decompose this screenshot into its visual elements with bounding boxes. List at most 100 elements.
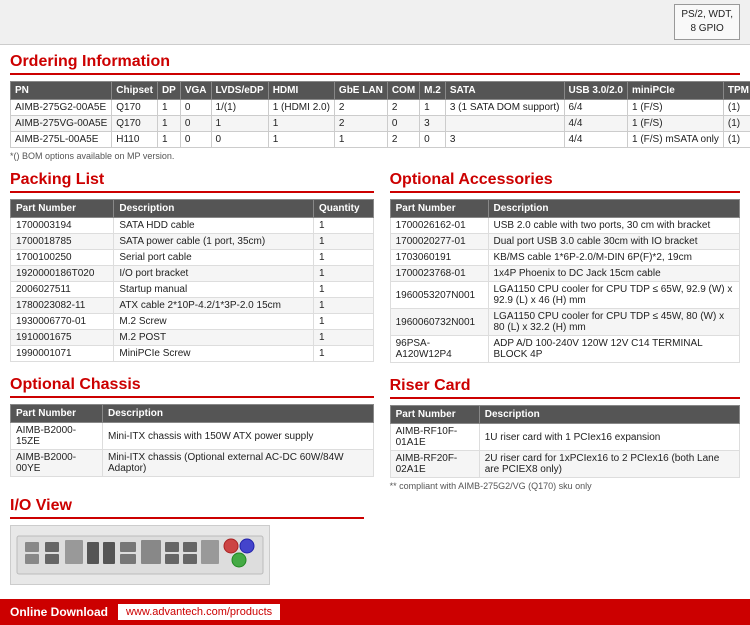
table-cell: 1 bbox=[157, 132, 180, 148]
table-cell: SATA power cable (1 port, 35cm) bbox=[114, 234, 314, 250]
optional-accessories-section: Optional Accessories Part NumberDescript… bbox=[390, 171, 740, 363]
table-cell: 1700020277-01 bbox=[390, 234, 488, 250]
table-cell: Mini-ITX chassis with 150W ATX power sup… bbox=[102, 423, 373, 450]
table-cell: ADP A/D 100-240V 120W 12V C14 TERMINAL B… bbox=[488, 336, 739, 363]
table-cell: AIMB-275G2-00A5E bbox=[11, 100, 112, 116]
ordering-col-header: miniPCIe bbox=[627, 82, 723, 100]
packing-list-title: Packing List bbox=[10, 171, 374, 193]
table-row: 1700003194SATA HDD cable1 bbox=[11, 218, 374, 234]
table-cell: 1 bbox=[313, 330, 373, 346]
table-row: 1700100250Serial port cable1 bbox=[11, 250, 374, 266]
table-cell: 96PSA-A120W12P4 bbox=[390, 336, 488, 363]
table-cell: 0 bbox=[211, 132, 268, 148]
online-download-url: www.advantech.com/products bbox=[118, 604, 280, 620]
riser-card-section: Riser Card Part NumberDescription AIMB-R… bbox=[390, 377, 740, 491]
table-cell: AIMB-RF10F-01A1E bbox=[390, 424, 479, 451]
table-row: 1990001071MiniPCIe Screw1 bbox=[11, 346, 374, 362]
table-cell: USB 2.0 cable with two ports, 30 cm with… bbox=[488, 218, 739, 234]
packing-list-table: Part NumberDescriptionQuantity 170000319… bbox=[10, 199, 374, 362]
table-cell: Q170 bbox=[112, 100, 158, 116]
io-view-title: I/O View bbox=[10, 497, 364, 519]
table-cell: 1 (HDMI 2.0) bbox=[268, 100, 334, 116]
packing-list-section: Packing List Part NumberDescriptionQuant… bbox=[10, 171, 374, 362]
table-cell: 1 bbox=[157, 116, 180, 132]
ordering-col-header: M.2 bbox=[420, 82, 446, 100]
table-cell: 1 bbox=[313, 234, 373, 250]
table-cell: AIMB-RF20F-02A1E bbox=[390, 451, 479, 478]
riser-col-header: Description bbox=[479, 406, 739, 424]
ordering-col-header: SATA bbox=[445, 82, 564, 100]
table-cell: (1) bbox=[723, 132, 750, 148]
table-cell: Dual port USB 3.0 cable 30cm with IO bra… bbox=[488, 234, 739, 250]
table-row: AIMB-B2000-00YEMini-ITX chassis (Optiona… bbox=[11, 450, 374, 477]
table-cell: 1700018785 bbox=[11, 234, 114, 250]
table-cell: 1 bbox=[313, 266, 373, 282]
top-bar-right: PS/2, WDT, 8 GPIO bbox=[674, 4, 740, 40]
table-cell: 2 bbox=[334, 116, 387, 132]
table-cell: 1 bbox=[268, 132, 334, 148]
table-row: 1920000186T020I/O port bracket1 bbox=[11, 266, 374, 282]
table-cell: 2U riser card for 1xPCIex16 to 2 PCIex16… bbox=[479, 451, 739, 478]
table-row: AIMB-RF10F-01A1E1U riser card with 1 PCI… bbox=[390, 424, 739, 451]
table-row: 1703060191KB/MS cable 1*6P-2.0/M-DIN 6P(… bbox=[390, 250, 739, 266]
table-cell: AIMB-275L-00A5E bbox=[11, 132, 112, 148]
packing-col-header: Quantity bbox=[313, 200, 373, 218]
ordering-col-header: GbE LAN bbox=[334, 82, 387, 100]
table-cell: 1 bbox=[313, 250, 373, 266]
table-cell: I/O port bracket bbox=[114, 266, 314, 282]
right-column: Optional Accessories Part NumberDescript… bbox=[390, 171, 740, 593]
online-download-label: Online Download bbox=[10, 605, 108, 619]
table-cell bbox=[445, 116, 564, 132]
packing-col-header: Part Number bbox=[11, 200, 114, 218]
table-cell: 1 (F/S) bbox=[627, 116, 723, 132]
table-cell: 6/4 bbox=[564, 100, 627, 116]
table-cell: 1703060191 bbox=[390, 250, 488, 266]
top-bar: PS/2, WDT, 8 GPIO bbox=[0, 0, 750, 45]
table-cell: (1) bbox=[723, 116, 750, 132]
table-cell: AIMB-275VG-00A5E bbox=[11, 116, 112, 132]
table-cell: 2 bbox=[334, 100, 387, 116]
table-cell: 1 bbox=[313, 314, 373, 330]
table-cell: 1 bbox=[268, 116, 334, 132]
table-cell: 1960060732N001 bbox=[390, 309, 488, 336]
optional-accessories-table: Part NumberDescription 1700026162-01USB … bbox=[390, 199, 740, 363]
table-cell: 1990001071 bbox=[11, 346, 114, 362]
table-cell: 0 bbox=[180, 132, 211, 148]
table-cell: 1920000186T020 bbox=[11, 266, 114, 282]
table-cell: 3 bbox=[420, 116, 446, 132]
table-row: AIMB-B2000-15ZEMini-ITX chassis with 150… bbox=[11, 423, 374, 450]
riser-card-table: Part NumberDescription AIMB-RF10F-01A1E1… bbox=[390, 405, 740, 478]
table-row: 2006027511Startup manual1 bbox=[11, 282, 374, 298]
table-row: 96PSA-A120W12P4ADP A/D 100-240V 120W 12V… bbox=[390, 336, 739, 363]
packing-col-header: Description bbox=[114, 200, 314, 218]
table-cell: 3 bbox=[445, 132, 564, 148]
table-cell: LGA1150 CPU cooler for CPU TDP ≤ 45W, 80… bbox=[488, 309, 739, 336]
bottom-bar: Online Download www.advantech.com/produc… bbox=[0, 599, 750, 625]
table-row: 1700023768-011x4P Phoenix to DC Jack 15c… bbox=[390, 266, 739, 282]
riser-footnote: ** compliant with AIMB-275G2/VG (Q170) s… bbox=[390, 481, 740, 491]
riser-card-title: Riser Card bbox=[390, 377, 740, 399]
table-cell: Mini-ITX chassis (Optional external AC-D… bbox=[102, 450, 373, 477]
ordering-col-header: PN bbox=[11, 82, 112, 100]
accessories-col-header: Part Number bbox=[390, 200, 488, 218]
table-cell: 1930006770-01 bbox=[11, 314, 114, 330]
table-cell: 1910001675 bbox=[11, 330, 114, 346]
optional-accessories-title: Optional Accessories bbox=[390, 171, 740, 193]
table-cell: 1 bbox=[334, 132, 387, 148]
table-cell: (1) bbox=[723, 100, 750, 116]
chassis-col-header: Part Number bbox=[11, 405, 103, 423]
ordering-col-header: LVDS/eDP bbox=[211, 82, 268, 100]
table-row: 1930006770-01M.2 Screw1 bbox=[11, 314, 374, 330]
table-cell: LGA1150 CPU cooler for CPU TDP ≤ 65W, 92… bbox=[488, 282, 739, 309]
table-cell: 1 (F/S) bbox=[627, 100, 723, 116]
table-cell: 0 bbox=[180, 116, 211, 132]
optional-chassis-title: Optional Chassis bbox=[10, 376, 374, 398]
table-cell: KB/MS cable 1*6P-2.0/M-DIN 6P(F)*2, 19cm bbox=[488, 250, 739, 266]
table-cell: 2006027511 bbox=[11, 282, 114, 298]
two-col-layout: Packing List Part NumberDescriptionQuant… bbox=[0, 171, 750, 593]
ordering-col-header: VGA bbox=[180, 82, 211, 100]
table-cell: Startup manual bbox=[114, 282, 314, 298]
riser-col-header: Part Number bbox=[390, 406, 479, 424]
table-cell: Serial port cable bbox=[114, 250, 314, 266]
table-row: AIMB-275L-00A5EH110100112034/41 (F/S) mS… bbox=[11, 132, 750, 148]
